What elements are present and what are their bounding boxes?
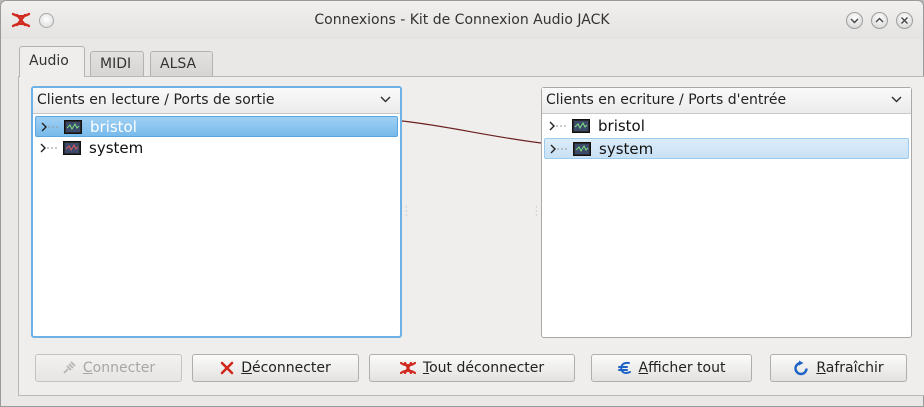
audio-device-icon <box>572 119 590 133</box>
show-all-button-label: Afficher tout <box>638 360 726 376</box>
chevron-down-icon <box>891 96 902 103</box>
input-client-row-system[interactable]: system <box>544 138 909 159</box>
chevron-up-icon <box>875 17 884 23</box>
output-client-label: system <box>89 139 144 157</box>
input-client-label: system <box>599 140 654 158</box>
tab-alsa[interactable]: ALSA <box>150 51 213 76</box>
refresh-button[interactable]: Rafraîchir <box>770 354 907 382</box>
disconnect-button-label: Déconnecter <box>241 360 331 376</box>
tab-midi[interactable]: MIDI <box>90 51 144 76</box>
show-all-button[interactable]: Afficher tout <box>591 354 752 382</box>
input-clients-tree[interactable]: Clients en ecriture / Ports d'entrée bri… <box>541 87 912 338</box>
tab-audio[interactable]: Audio <box>19 46 85 77</box>
connect-button[interactable]: Connecter <box>35 354 182 382</box>
red-x-icon <box>220 361 234 375</box>
output-client-label: bristol <box>90 118 137 136</box>
expand-arrow-icon[interactable] <box>549 119 569 133</box>
expand-arrow-icon[interactable] <box>550 142 570 156</box>
output-client-row-bristol[interactable]: bristol <box>35 116 398 137</box>
right-splitter-handle[interactable]: · · · <box>535 204 538 220</box>
disconnect-all-button[interactable]: Tout déconnecter <box>369 354 575 382</box>
refresh-button-label: Rafraîchir <box>816 360 884 376</box>
plug-icon <box>63 361 76 374</box>
output-client-row-system[interactable]: system <box>35 138 398 159</box>
expand-arrow-icon[interactable] <box>41 120 61 134</box>
audio-device-icon <box>63 141 81 155</box>
input-client-label: bristol <box>598 117 645 135</box>
connect-button-label: Connecter <box>82 360 156 376</box>
euro-arrow-icon <box>617 361 631 374</box>
input-clients-header-label: Clients en ecriture / Ports d'entrée <box>546 92 787 108</box>
audio-device-icon <box>573 142 591 156</box>
input-client-row-bristol[interactable]: bristol <box>544 116 909 137</box>
output-clients-header-label: Clients en lecture / Ports de sortie <box>37 92 275 108</box>
minimize-button[interactable] <box>846 12 863 29</box>
window-title: Connexions - Kit de Connexion Audio JACK <box>314 12 610 28</box>
disconnect-button[interactable]: Déconnecter <box>192 354 359 382</box>
output-clients-header[interactable]: Clients en lecture / Ports de sortie <box>33 88 400 114</box>
connection-line-bristol-system[interactable] <box>402 111 542 147</box>
close-button[interactable] <box>896 12 913 29</box>
disconnect-all-icon <box>399 361 416 375</box>
close-icon <box>901 17 908 24</box>
maximize-button[interactable] <box>871 12 888 29</box>
input-clients-header[interactable]: Clients en ecriture / Ports d'entrée <box>542 88 911 114</box>
disconnect-all-button-label: Tout déconnecter <box>422 360 545 376</box>
connections-window: Connexions - Kit de Connexion Audio JACK… <box>0 0 924 407</box>
left-splitter-handle[interactable]: · · · <box>405 204 408 220</box>
chevron-down-icon <box>850 18 859 24</box>
chevron-down-icon <box>380 96 391 103</box>
title-bar[interactable]: Connexions - Kit de Connexion Audio JACK <box>1 1 923 39</box>
refresh-icon <box>794 360 809 376</box>
audio-device-icon <box>64 120 82 134</box>
output-clients-tree[interactable]: Clients en lecture / Ports de sortie bri… <box>31 86 402 338</box>
expand-arrow-icon[interactable] <box>40 141 60 155</box>
